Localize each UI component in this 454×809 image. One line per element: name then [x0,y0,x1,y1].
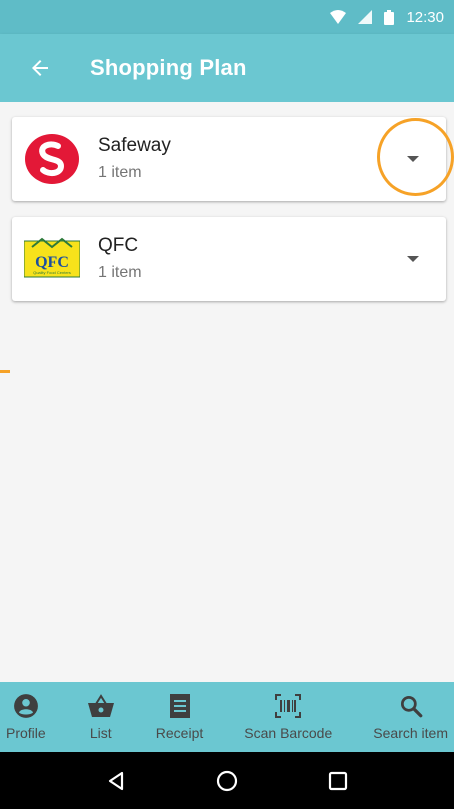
nav-profile[interactable]: Profile [6,682,46,752]
account-circle-icon [13,694,38,718]
expand-button[interactable] [388,234,438,284]
item-count: 1 item [98,164,142,181]
nav-label: Receipt [155,725,204,741]
expand-button[interactable] [388,134,438,184]
square-recents-icon [329,771,348,790]
store-card-qfc[interactable]: QFC Quality Food Centers QFC 1 item [12,217,446,301]
nav-search-item[interactable]: Search item [373,682,448,752]
signal-icon [358,10,373,24]
receipt-icon [169,694,190,718]
nav-scan-barcode[interactable]: Scan Barcode [244,682,332,752]
chevron-down-icon [407,156,419,162]
bottom-nav: Profile List Receipt Scan Barcode Search… [0,682,454,752]
qfc-logo-text: QFC [35,254,69,271]
app-bar: Shopping Plan [0,34,454,102]
triangle-back-icon [108,771,123,790]
safeway-logo [24,131,80,187]
qfc-logo-tagline: Quality Food Centers [33,270,71,275]
system-back-button[interactable] [94,759,138,803]
search-icon [400,695,423,718]
wifi-icon [330,10,347,24]
circle-home-icon [216,770,238,791]
annotation-mark [0,370,10,373]
nav-label: Profile [6,725,46,741]
store-list: Safeway 1 item QFC Quality Food Centers … [0,102,454,682]
page-title: Shopping Plan [90,55,247,80]
nav-list[interactable]: List [87,682,115,752]
system-home-button[interactable] [205,759,249,803]
nav-label: Search item [373,725,448,741]
status-time: 12:30 [406,8,444,26]
nav-label: Scan Barcode [244,725,333,741]
nav-receipt[interactable]: Receipt [156,682,203,752]
item-count: 1 item [98,264,142,281]
status-bar: 12:30 [0,0,454,34]
back-button[interactable] [12,40,68,96]
chevron-down-icon [407,256,419,262]
qfc-logo: QFC Quality Food Centers [24,231,80,287]
store-name: QFC [98,235,139,256]
system-nav-bar [0,752,454,809]
battery-icon [384,9,395,25]
store-name: Safeway [98,135,171,156]
basket-icon [87,694,114,717]
nav-label: List [89,725,112,741]
arrow-back-icon [32,60,48,76]
store-card-safeway[interactable]: Safeway 1 item [12,117,446,201]
system-recents-button[interactable] [316,759,360,803]
barcode-scan-icon [275,694,302,718]
